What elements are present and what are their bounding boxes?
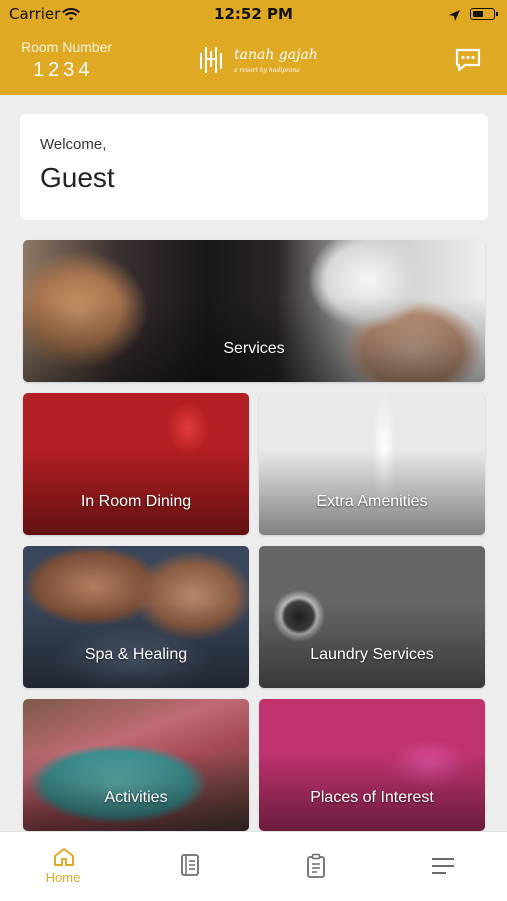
activities-tile[interactable]: Activities (23, 699, 249, 831)
hotel-logo: tanah gajah a resort by hadiprana (198, 43, 318, 77)
bottom-tab-bar: Home (0, 831, 507, 901)
room-number-label: Room Number (21, 39, 113, 55)
logo-mark-icon (200, 47, 222, 73)
chat-button[interactable] (454, 47, 482, 73)
app-header: Carrier 12:52 PM Room Number 1234 tanah … (0, 0, 507, 95)
welcome-card: Welcome, Guest (20, 114, 488, 220)
hamburger-menu-icon (432, 858, 454, 874)
spa-healing-tile[interactable]: Spa & Healing (23, 546, 249, 688)
tile-label: Extra Amenities (316, 493, 428, 510)
services-tile[interactable]: Services (23, 240, 485, 382)
room-number-value: 1234 (33, 59, 94, 81)
places-of-interest-tile[interactable]: Places of Interest (259, 699, 485, 831)
tile-label: In Room Dining (80, 493, 192, 510)
menu-book-icon (181, 854, 199, 876)
status-bar: Carrier 12:52 PM (0, 0, 507, 28)
tab-menu-book[interactable] (127, 832, 253, 901)
in-room-dining-tile[interactable]: In Room Dining (23, 393, 249, 535)
tile-label: Activities (104, 789, 168, 806)
tab-home[interactable]: Home (0, 832, 126, 901)
laundry-services-tile[interactable]: Laundry Services (259, 546, 485, 688)
home-icon (54, 848, 74, 866)
welcome-greeting: Welcome, (40, 136, 107, 153)
tab-more[interactable] (380, 832, 506, 901)
tab-clipboard[interactable] (253, 832, 379, 901)
tile-label: Places of Interest (310, 789, 434, 806)
extra-amenities-tile[interactable]: Extra Amenities (259, 393, 485, 535)
battery-icon (470, 8, 498, 20)
chat-icon (455, 48, 481, 72)
tab-home-label: Home (45, 870, 81, 885)
logo-name: tanah gajah (234, 47, 318, 63)
logo-tagline: a resort by hadiprana (234, 67, 300, 74)
location-arrow-icon (448, 7, 461, 26)
tile-label: Spa & Healing (84, 646, 188, 663)
tile-label: Services (223, 340, 285, 357)
guest-name: Guest (40, 162, 115, 193)
tile-label: Laundry Services (310, 646, 434, 663)
clipboard-icon (307, 853, 325, 878)
clock: 12:52 PM (214, 5, 293, 23)
